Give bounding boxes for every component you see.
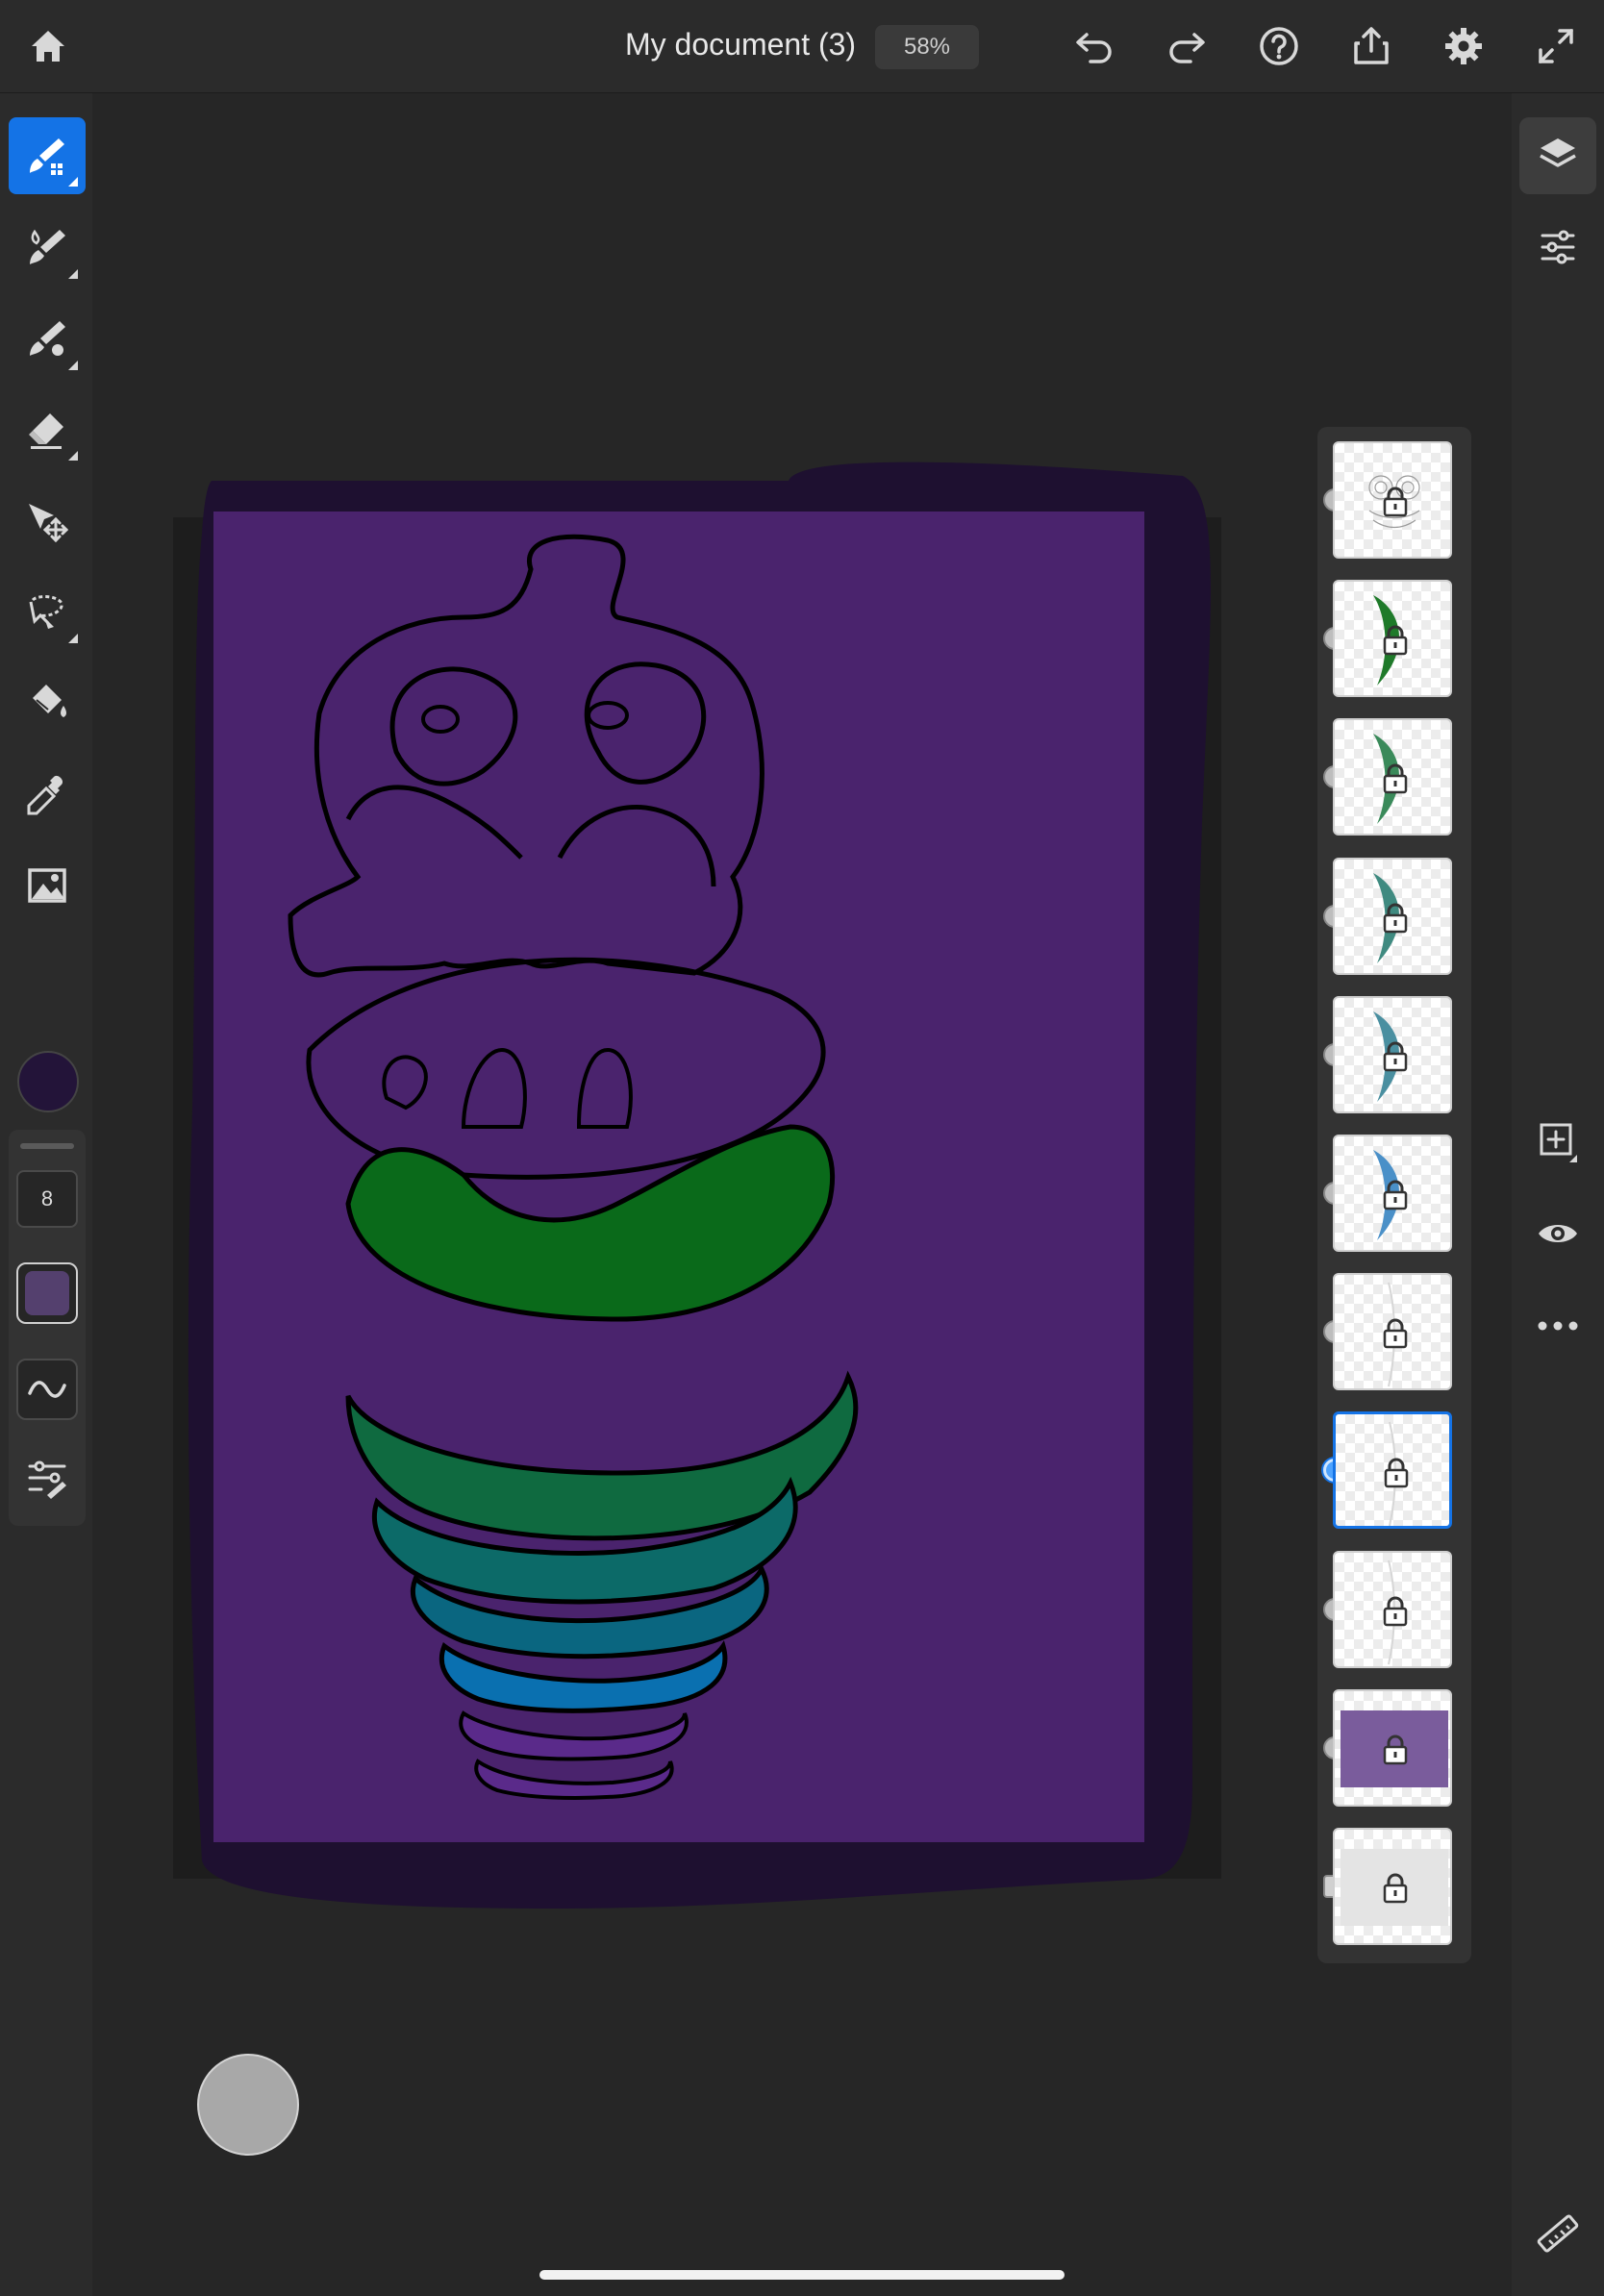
add-layer-button[interactable] (1519, 1103, 1596, 1180)
brush-size-value: 8 (40, 1186, 54, 1210)
layer-row[interactable] (1317, 1548, 1471, 1671)
layer-row[interactable] (1317, 577, 1471, 700)
layer-thumbnail[interactable] (1333, 995, 1452, 1113)
layer-row[interactable] (1317, 1132, 1471, 1255)
current-color-swatch[interactable] (17, 1051, 79, 1112)
brush-size-control[interactable]: 8 (16, 1170, 78, 1228)
image-icon (28, 868, 66, 903)
share-button[interactable] (1344, 19, 1398, 73)
transform-icon (29, 504, 69, 543)
add-layer-icon (1540, 1123, 1577, 1162)
fullscreen-icon (1539, 29, 1573, 63)
brush-settings-button[interactable] (16, 1447, 78, 1509)
visibility-icon (1539, 1225, 1577, 1242)
layer-thumbnail[interactable] (1333, 1688, 1452, 1807)
fill-bucket-icon (33, 685, 66, 717)
artwork (288, 534, 859, 1800)
lock-icon (1381, 1734, 1410, 1771)
layer-thumbnail[interactable] (1333, 857, 1452, 975)
top-bar: My document (3) 58% (0, 0, 1604, 93)
layer-row[interactable] (1317, 715, 1471, 838)
ruler-button[interactable] (1519, 2195, 1596, 2272)
more-icon (1538, 1321, 1578, 1331)
layer-properties-button[interactable] (1519, 209, 1596, 286)
lock-icon (1381, 1872, 1410, 1909)
pixel-brush-icon (30, 138, 64, 175)
layer-row[interactable] (1317, 855, 1471, 978)
eraser-tool[interactable] (9, 391, 86, 468)
layers-panel-button[interactable] (1519, 117, 1596, 194)
opacity-preview (25, 1271, 69, 1315)
brush-opacity-control[interactable] (16, 1262, 78, 1324)
zoom-level[interactable]: 58% (875, 25, 979, 69)
undo-button[interactable] (1067, 21, 1121, 71)
layer-row[interactable] (1317, 438, 1471, 562)
document-title[interactable]: My document (3) (625, 27, 856, 62)
layer-row[interactable] (1317, 1825, 1471, 1948)
lock-icon (1382, 1457, 1411, 1494)
drawing-canvas[interactable] (213, 512, 1144, 1842)
home-button[interactable] (19, 19, 77, 73)
lock-icon (1381, 1595, 1410, 1633)
undo-icon (1076, 33, 1112, 63)
layers-icon (1540, 138, 1576, 167)
vector-brush-icon (30, 321, 65, 356)
layer-thumbnail[interactable] (1333, 1550, 1452, 1668)
lock-icon (1381, 1040, 1410, 1078)
ruler-icon (1537, 2214, 1579, 2253)
layer-row[interactable] (1317, 993, 1471, 1116)
home-indicator[interactable] (539, 2270, 1065, 2280)
lock-icon (1381, 902, 1410, 939)
share-icon (1354, 27, 1389, 64)
brush-settings-icon (28, 1460, 66, 1499)
fill-tool[interactable] (9, 664, 86, 741)
lock-icon (1381, 1317, 1410, 1355)
brush-smoothing-control[interactable] (16, 1359, 78, 1420)
place-image-tool[interactable] (9, 847, 86, 924)
lock-icon (1381, 762, 1410, 800)
layer-thumbnail[interactable] (1333, 1828, 1452, 1945)
layer-row[interactable] (1317, 1270, 1471, 1393)
right-toolbar (1512, 93, 1604, 2296)
eyedropper-icon (27, 775, 63, 815)
layer-row[interactable] (1317, 1686, 1471, 1809)
help-button[interactable] (1252, 21, 1306, 71)
left-toolbar: 8 (0, 93, 92, 2296)
eyedropper-tool[interactable] (9, 757, 86, 834)
layer-thumbnail[interactable] (1333, 1411, 1452, 1530)
layer-thumbnail[interactable] (1333, 1135, 1452, 1252)
lock-icon (1381, 1179, 1410, 1216)
settings-button[interactable] (1437, 19, 1491, 73)
lock-icon (1381, 486, 1410, 523)
pixel-brush-tool[interactable] (9, 117, 86, 194)
properties-icon (1541, 230, 1575, 264)
eraser-icon (29, 413, 63, 449)
lasso-icon (29, 595, 63, 629)
lock-icon (1381, 624, 1410, 661)
redo-icon (1169, 33, 1205, 63)
layer-thumbnail[interactable] (1333, 580, 1452, 698)
home-icon (32, 31, 64, 62)
layer-thumbnail[interactable] (1333, 718, 1452, 836)
more-options-button[interactable] (1519, 1287, 1596, 1364)
fullscreen-button[interactable] (1529, 19, 1583, 73)
layer-thumbnail[interactable] (1333, 1273, 1452, 1391)
selection-tool[interactable] (9, 574, 86, 651)
layer-visibility-button[interactable] (1519, 1195, 1596, 1272)
live-brush-tool[interactable] (9, 210, 86, 287)
live-brush-icon (30, 229, 65, 264)
redo-button[interactable] (1160, 21, 1214, 71)
vector-brush-tool[interactable] (9, 301, 86, 378)
transform-tool[interactable] (9, 484, 86, 561)
brush-settings-panel: 8 (9, 1130, 86, 1526)
layer-thumbnail[interactable] (1333, 441, 1452, 559)
modifier-touch-button[interactable] (197, 2054, 299, 2156)
help-icon (1260, 27, 1298, 65)
settings-icon (1445, 28, 1482, 64)
smoothing-wave-icon (28, 1381, 66, 1398)
panel-handle[interactable] (20, 1143, 74, 1149)
layer-row[interactable] (1317, 1409, 1471, 1532)
layers-panel (1317, 427, 1471, 1963)
